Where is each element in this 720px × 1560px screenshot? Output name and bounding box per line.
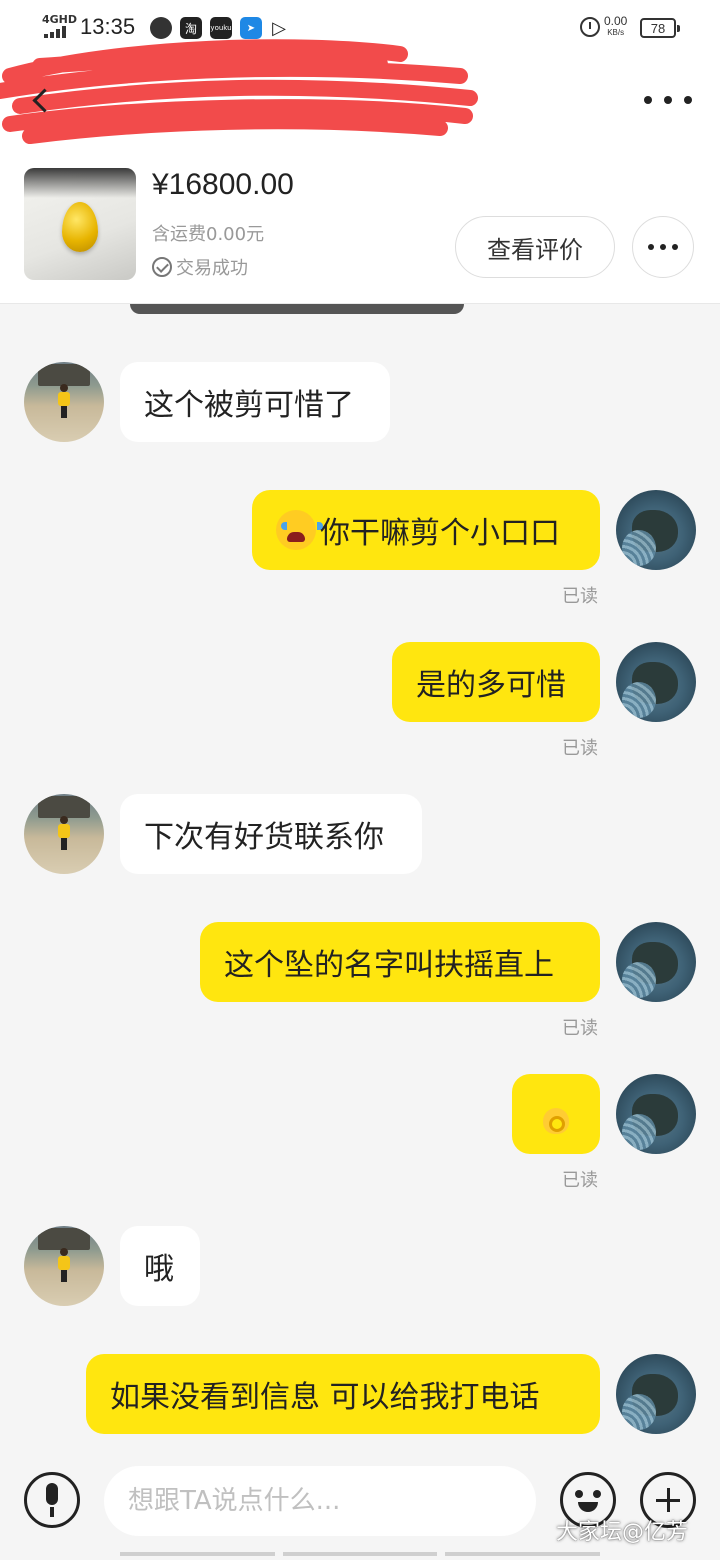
gold-pendant-image — [62, 202, 98, 252]
message-bubble[interactable]: 哦 — [120, 1226, 200, 1306]
product-price: ¥16800.00 — [152, 168, 294, 201]
message-bubble[interactable]: 这个坠的名字叫扶摇直上 — [200, 922, 600, 1002]
message-bubble[interactable]: 下次有好货联系你 — [120, 794, 422, 874]
message-bubble[interactable]: 如果没看到信息 可以给我打电话 — [86, 1354, 600, 1434]
message-bubble[interactable]: 这个被剪可惜了 — [120, 362, 390, 442]
navigation-bar — [0, 1552, 720, 1560]
my-avatar[interactable] — [616, 1354, 696, 1434]
network-type: 4GHD — [42, 13, 78, 26]
watermark: 大家坛@亿芳 — [556, 1520, 689, 1545]
read-receipt: 已读 — [562, 738, 598, 759]
read-receipt: 已读 — [562, 586, 598, 607]
view-review-button[interactable]: 查看评价 — [455, 216, 615, 278]
contact-avatar[interactable] — [24, 1226, 104, 1306]
product-card[interactable]: ¥16800.00 含运费0.00元 交易成功 查看评价 — [0, 146, 720, 304]
my-avatar[interactable] — [616, 922, 696, 1002]
my-avatar[interactable] — [616, 642, 696, 722]
message-input[interactable] — [104, 1466, 536, 1536]
message-bubble[interactable]: 你干嘛剪个小口口 — [252, 490, 600, 570]
scrolled-image-edge — [130, 304, 464, 314]
chat-header — [0, 39, 720, 146]
message-bubble[interactable]: 是的多可惜 — [392, 642, 600, 722]
redaction-scribble — [0, 39, 478, 144]
trade-status: 交易成功 — [152, 254, 248, 280]
microphone-icon[interactable] — [24, 1472, 80, 1528]
product-thumbnail[interactable] — [24, 168, 136, 280]
contact-avatar[interactable] — [24, 794, 104, 874]
my-avatar[interactable] — [616, 1074, 696, 1154]
check-circle-icon — [152, 257, 172, 277]
battery-icon: 78 — [640, 18, 680, 38]
back-arrow-icon[interactable] — [26, 84, 56, 118]
network-speed: 0.00 KB/s — [604, 14, 628, 37]
crying-emoji-icon — [276, 510, 323, 550]
product-more-button[interactable] — [632, 216, 694, 278]
my-avatar[interactable] — [616, 490, 696, 570]
message-text: 你干嘛剪个小口口 — [320, 516, 560, 551]
read-receipt: 已读 — [562, 1170, 598, 1191]
more-options-button[interactable] — [644, 90, 692, 110]
shipping-fee: 含运费0.00元 — [152, 224, 265, 245]
read-receipt: 已读 — [562, 1018, 598, 1039]
ok-hand-emoji-icon — [541, 1094, 571, 1134]
trade-status-label: 交易成功 — [176, 258, 248, 279]
contact-avatar[interactable] — [24, 362, 104, 442]
alarm-icon — [580, 17, 600, 37]
message-bubble[interactable] — [512, 1074, 600, 1154]
